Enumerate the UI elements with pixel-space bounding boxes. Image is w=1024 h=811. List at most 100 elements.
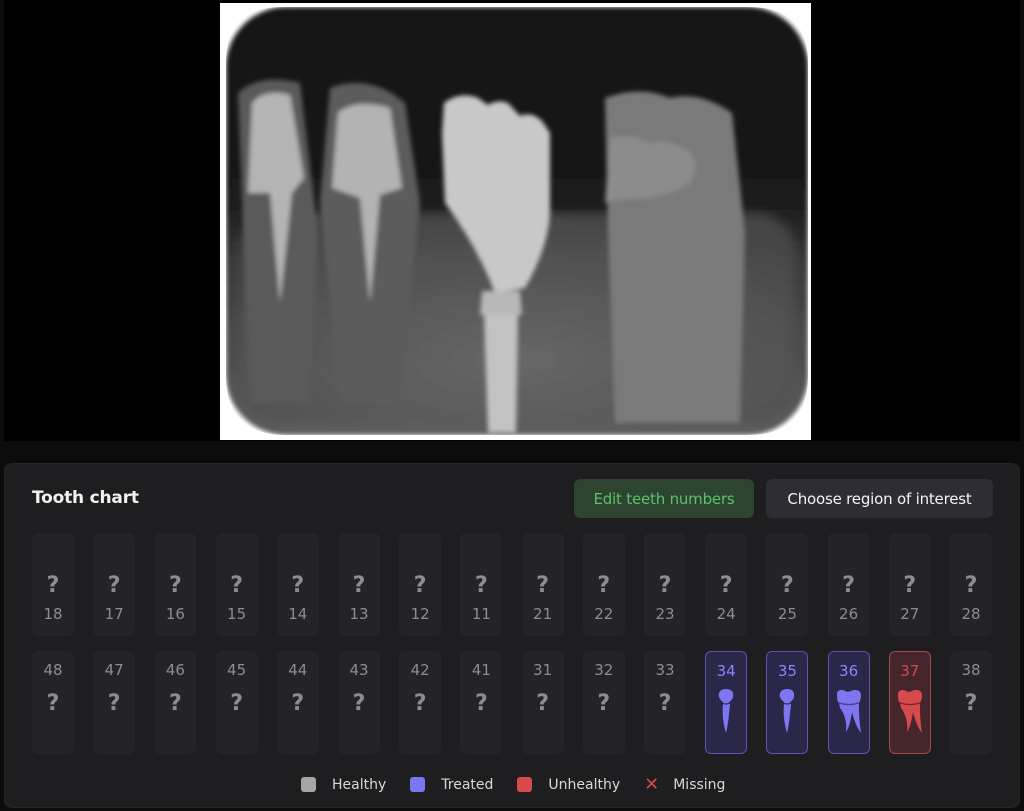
unknown-status-icon: ? — [413, 691, 427, 716]
tooth-card-36[interactable]: 36 — [827, 651, 870, 754]
tooth-card-14[interactable]: ? 14 — [276, 533, 319, 636]
unknown-status-icon: ? — [842, 573, 855, 598]
tooth-number: 27 — [900, 605, 920, 623]
unknown-status-icon: ? — [352, 573, 366, 598]
tooth-card-43[interactable]: 43? — [338, 651, 380, 754]
tooth-card-17[interactable]: ? 17 — [93, 533, 136, 636]
unknown-status-icon: ? — [903, 573, 917, 598]
molar-tooth-icon — [895, 688, 925, 738]
legend-item-unhealthy: Unhealthy — [517, 777, 620, 793]
unknown-status-icon: ? — [46, 573, 60, 598]
unknown-status-icon: ? — [475, 691, 488, 716]
tooth-number: 32 — [594, 661, 614, 679]
premolar-tooth-icon — [715, 688, 737, 738]
tooth-card-11[interactable]: ? 11 — [460, 533, 503, 636]
xray-viewer[interactable] — [4, 0, 1020, 441]
tooth-card-25[interactable]: ? 25 — [766, 533, 809, 636]
tooth-card-38[interactable]: 38? — [950, 651, 992, 754]
tooth-card-31[interactable]: 31? — [521, 651, 564, 754]
tooth-card-26[interactable]: ? 26 — [827, 533, 870, 636]
tooth-number: 15 — [227, 605, 247, 623]
tooth-number: 43 — [349, 661, 369, 679]
unknown-status-icon: ? — [719, 573, 733, 598]
missing-x-icon: ✕ — [644, 774, 660, 795]
unhealthy-swatch-icon — [517, 777, 533, 792]
edit-teeth-numbers-button[interactable]: Edit teeth numbers — [574, 479, 754, 518]
tooth-number: 44 — [288, 661, 308, 679]
tooth-number: 21 — [533, 605, 553, 623]
tooth-card-35[interactable]: 35 — [766, 651, 809, 754]
molar-tooth-icon — [834, 688, 864, 738]
tooth-number: 48 — [43, 661, 63, 679]
choose-region-of-interest-button[interactable]: Choose region of interest — [766, 479, 993, 518]
tooth-card-22[interactable]: ? 22 — [582, 533, 625, 636]
unknown-status-icon: ? — [230, 573, 243, 598]
tooth-card-33[interactable]: 33? — [644, 651, 686, 754]
legend-item-treated: Treated — [410, 777, 493, 793]
tooth-number: 34 — [716, 662, 736, 680]
tooth-card-32[interactable]: 32? — [582, 651, 625, 754]
unknown-status-icon: ? — [169, 691, 182, 716]
tooth-card-16[interactable]: ? 16 — [154, 533, 197, 636]
unknown-status-icon: ? — [781, 573, 794, 598]
unknown-status-icon: ? — [107, 573, 121, 598]
tooth-number: 16 — [165, 605, 185, 623]
tooth-card-47[interactable]: 47? — [93, 651, 136, 754]
unknown-status-icon: ? — [107, 691, 121, 716]
tooth-number: 37 — [900, 662, 920, 680]
unknown-status-icon: ? — [964, 691, 978, 716]
tooth-number: 31 — [533, 661, 553, 679]
tooth-card-34[interactable]: 34 — [705, 651, 748, 754]
tooth-number: 46 — [165, 661, 185, 679]
tooth-number: 24 — [716, 605, 736, 623]
tooth-card-18[interactable]: ? 18 — [32, 533, 74, 636]
tooth-card-23[interactable]: ? 23 — [644, 533, 686, 636]
tooth-card-48[interactable]: 48? — [32, 651, 74, 754]
treated-swatch-icon — [410, 777, 426, 792]
premolar-tooth-icon — [776, 688, 798, 738]
unknown-status-icon: ? — [536, 573, 549, 598]
unknown-status-icon: ? — [475, 573, 488, 598]
unknown-status-icon: ? — [597, 691, 611, 716]
tooth-number: 26 — [839, 605, 859, 623]
tooth-number: 42 — [410, 661, 430, 679]
tooth-card-44[interactable]: 44? — [276, 651, 319, 754]
tooth-card-42[interactable]: 42? — [399, 651, 442, 754]
tooth-number: 35 — [777, 662, 797, 680]
tooth-number: 14 — [288, 605, 308, 623]
unknown-status-icon: ? — [658, 573, 672, 598]
tooth-number: 17 — [104, 605, 124, 623]
dental-xray-image — [220, 3, 811, 440]
tooth-card-12[interactable]: ? 12 — [399, 533, 442, 636]
unknown-status-icon: ? — [169, 573, 182, 598]
tooth-number: 36 — [839, 662, 859, 680]
tooth-number: 28 — [961, 605, 981, 623]
tooth-card-37[interactable]: 37 — [888, 651, 931, 754]
legend-label: Treated — [441, 776, 494, 793]
legend-item-missing: ✕ Missing — [644, 774, 725, 795]
tooth-card-24[interactable]: ? 24 — [705, 533, 748, 636]
tooth-card-28[interactable]: ? 28 — [950, 533, 992, 636]
tooth-number: 23 — [655, 605, 675, 623]
tooth-chart-panel: Tooth chart Edit teeth numbers Choose re… — [4, 463, 1020, 808]
tooth-card-13[interactable]: ? 13 — [338, 533, 380, 636]
tooth-card-27[interactable]: ? 27 — [888, 533, 931, 636]
unknown-status-icon: ? — [230, 691, 243, 716]
tooth-number: 18 — [43, 605, 63, 623]
unknown-status-icon: ? — [291, 691, 305, 716]
tooth-card-46[interactable]: 46? — [154, 651, 197, 754]
tooth-card-15[interactable]: ? 15 — [215, 533, 258, 636]
healthy-swatch-icon — [301, 777, 316, 792]
panel-title: Tooth chart — [32, 488, 139, 508]
tooth-number: 13 — [349, 605, 369, 623]
unknown-status-icon: ? — [964, 573, 978, 598]
tooth-number: 33 — [655, 661, 675, 679]
unknown-status-icon: ? — [658, 691, 672, 716]
tooth-number: 41 — [471, 661, 491, 679]
tooth-card-21[interactable]: ? 21 — [521, 533, 564, 636]
unknown-status-icon: ? — [413, 573, 427, 598]
tooth-card-45[interactable]: 45? — [215, 651, 258, 754]
tooth-number: 25 — [777, 605, 797, 623]
unknown-status-icon: ? — [536, 691, 549, 716]
tooth-card-41[interactable]: 41? — [460, 651, 503, 754]
